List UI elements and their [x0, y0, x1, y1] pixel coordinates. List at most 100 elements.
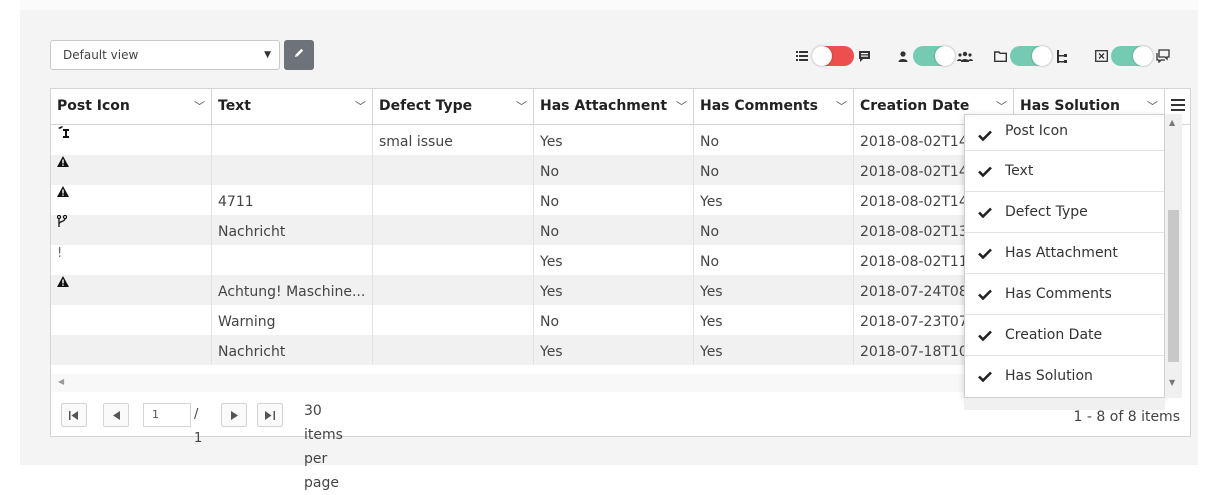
cell-defect-type	[373, 275, 534, 305]
tree-icon	[1054, 44, 1070, 68]
cell-defect-type	[373, 155, 534, 185]
cell-has-attachment: Yes	[534, 335, 694, 365]
folder-icon	[992, 44, 1008, 68]
hamburger-icon	[1170, 98, 1185, 115]
cell-text: Warning	[212, 305, 373, 335]
cell-has-attachment: Yes	[534, 275, 694, 305]
page-total: / 1	[194, 407, 203, 446]
column-header-defect-type[interactable]: Defect Type ﹀	[373, 89, 534, 124]
chevron-down-icon[interactable]: ﹀	[516, 89, 527, 124]
horizontal-scrollbar[interactable]: ◀	[51, 374, 965, 392]
list-icon	[794, 44, 810, 68]
scroll-left-icon[interactable]: ◀	[58, 377, 64, 386]
previous-page-button[interactable]	[103, 403, 129, 427]
column-header-has-comments[interactable]: Has Comments ﹀	[694, 89, 854, 124]
chevron-down-icon[interactable]: ﹀	[355, 89, 366, 124]
user-toggle[interactable]	[913, 46, 955, 66]
menu-item-label: Has Comments	[1005, 286, 1112, 302]
cell-has-comments: Yes	[694, 275, 854, 305]
cell-has-attachment: Yes	[534, 245, 694, 275]
cell-post-icon	[51, 305, 212, 335]
list-toggle[interactable]	[812, 46, 854, 66]
column-header-post-icon[interactable]: Post Icon ﹀	[51, 89, 212, 124]
menu-item-has-attachment[interactable]: Has Attachment	[965, 233, 1164, 274]
comments-toggle[interactable]	[1111, 46, 1153, 66]
menu-item-label: Has Solution	[1005, 368, 1093, 384]
pencil-icon	[293, 47, 305, 63]
cell-text: 4711	[212, 185, 373, 215]
view-select-value: Default view	[63, 48, 139, 62]
cell-post-icon	[51, 335, 212, 365]
page-number-input[interactable]: 1	[143, 403, 191, 427]
cell-defect-type	[373, 335, 534, 365]
menu-item-label: Creation Date	[1005, 327, 1103, 343]
message-icon	[856, 44, 872, 68]
menu-item-has-solution[interactable]: Has Solution	[965, 356, 1164, 397]
hammer-icon	[51, 125, 212, 155]
check-icon	[977, 115, 993, 155]
column-title: Has Solution	[1020, 98, 1120, 114]
menu-item-text[interactable]: Text	[965, 151, 1164, 192]
user-icon	[895, 44, 911, 68]
warning-icon	[51, 155, 212, 185]
edit-view-button[interactable]	[284, 40, 314, 70]
view-select[interactable]: Default view ▼	[50, 40, 280, 70]
scroll-up-icon[interactable]: ▲	[1169, 118, 1175, 127]
warning-icon	[51, 185, 212, 215]
cell-has-comments: Yes	[694, 335, 854, 365]
column-title: Creation Date	[860, 98, 970, 114]
check-icon	[977, 151, 993, 191]
cell-text: Nachricht	[212, 335, 373, 365]
chevron-down-icon[interactable]: ﹀	[194, 89, 205, 124]
cell-has-attachment: No	[534, 185, 694, 215]
column-chooser-menu: Post Icon Text Defect Type Has Attachmen…	[964, 114, 1165, 398]
cell-has-attachment: No	[534, 305, 694, 335]
scroll-down-icon[interactable]: ▼	[1169, 378, 1175, 387]
cell-defect-type: smal issue	[373, 125, 534, 155]
last-page-button[interactable]	[257, 403, 283, 427]
scrollbar-thumb[interactable]	[1168, 210, 1179, 362]
menu-item-defect-type[interactable]: Defect Type	[965, 192, 1164, 233]
vertical-scrollbar[interactable]: ▲ ▼	[1165, 114, 1182, 398]
next-page-icon	[230, 410, 238, 420]
column-title: Has Comments	[700, 98, 818, 114]
previous-page-icon	[112, 410, 120, 420]
column-title: Text	[218, 98, 251, 114]
folder-toggle[interactable]	[1010, 46, 1052, 66]
cell-text	[212, 245, 373, 275]
next-page-button[interactable]	[221, 403, 247, 427]
cell-defect-type	[373, 305, 534, 335]
chevron-down-icon[interactable]: ﹀	[676, 89, 687, 124]
menu-item-label: Post Icon	[1005, 123, 1069, 139]
check-icon	[977, 233, 993, 273]
menu-horizontal-scrollbar[interactable]	[964, 398, 1165, 410]
dropdown-caret-icon: ▼	[264, 50, 271, 60]
last-page-icon	[265, 410, 275, 420]
cell-has-comments: No	[694, 155, 854, 185]
column-header-has-attachment[interactable]: Has Attachment ﹀	[534, 89, 694, 124]
cell-defect-type	[373, 245, 534, 275]
menu-item-creation-date[interactable]: Creation Date	[965, 315, 1164, 356]
menu-item-label: Defect Type	[1005, 204, 1088, 220]
cell-text: Achtung! Maschine...	[212, 275, 373, 305]
top-shadow	[20, 0, 1198, 10]
items-count: 1 - 8 of 8 items	[1073, 409, 1180, 425]
close-box-icon	[1093, 44, 1109, 68]
cell-text	[212, 155, 373, 185]
cell-has-comments: No	[694, 245, 854, 275]
cell-text	[212, 125, 373, 155]
menu-item-post-icon[interactable]: Post Icon	[965, 115, 1164, 151]
check-icon	[977, 192, 993, 232]
column-title: Defect Type	[379, 98, 473, 114]
column-header-text[interactable]: Text ﹀	[212, 89, 373, 124]
first-page-button[interactable]	[61, 403, 87, 427]
exclamation-icon: !	[51, 245, 212, 275]
menu-item-has-comments[interactable]: Has Comments	[965, 274, 1164, 315]
menu-item-label: Has Attachment	[1005, 245, 1118, 261]
check-icon	[977, 356, 993, 396]
column-title: Post Icon	[57, 98, 130, 114]
cell-has-comments: No	[694, 125, 854, 155]
cell-has-comments: Yes	[694, 305, 854, 335]
cell-has-attachment: No	[534, 155, 694, 185]
chevron-down-icon[interactable]: ﹀	[836, 89, 847, 124]
